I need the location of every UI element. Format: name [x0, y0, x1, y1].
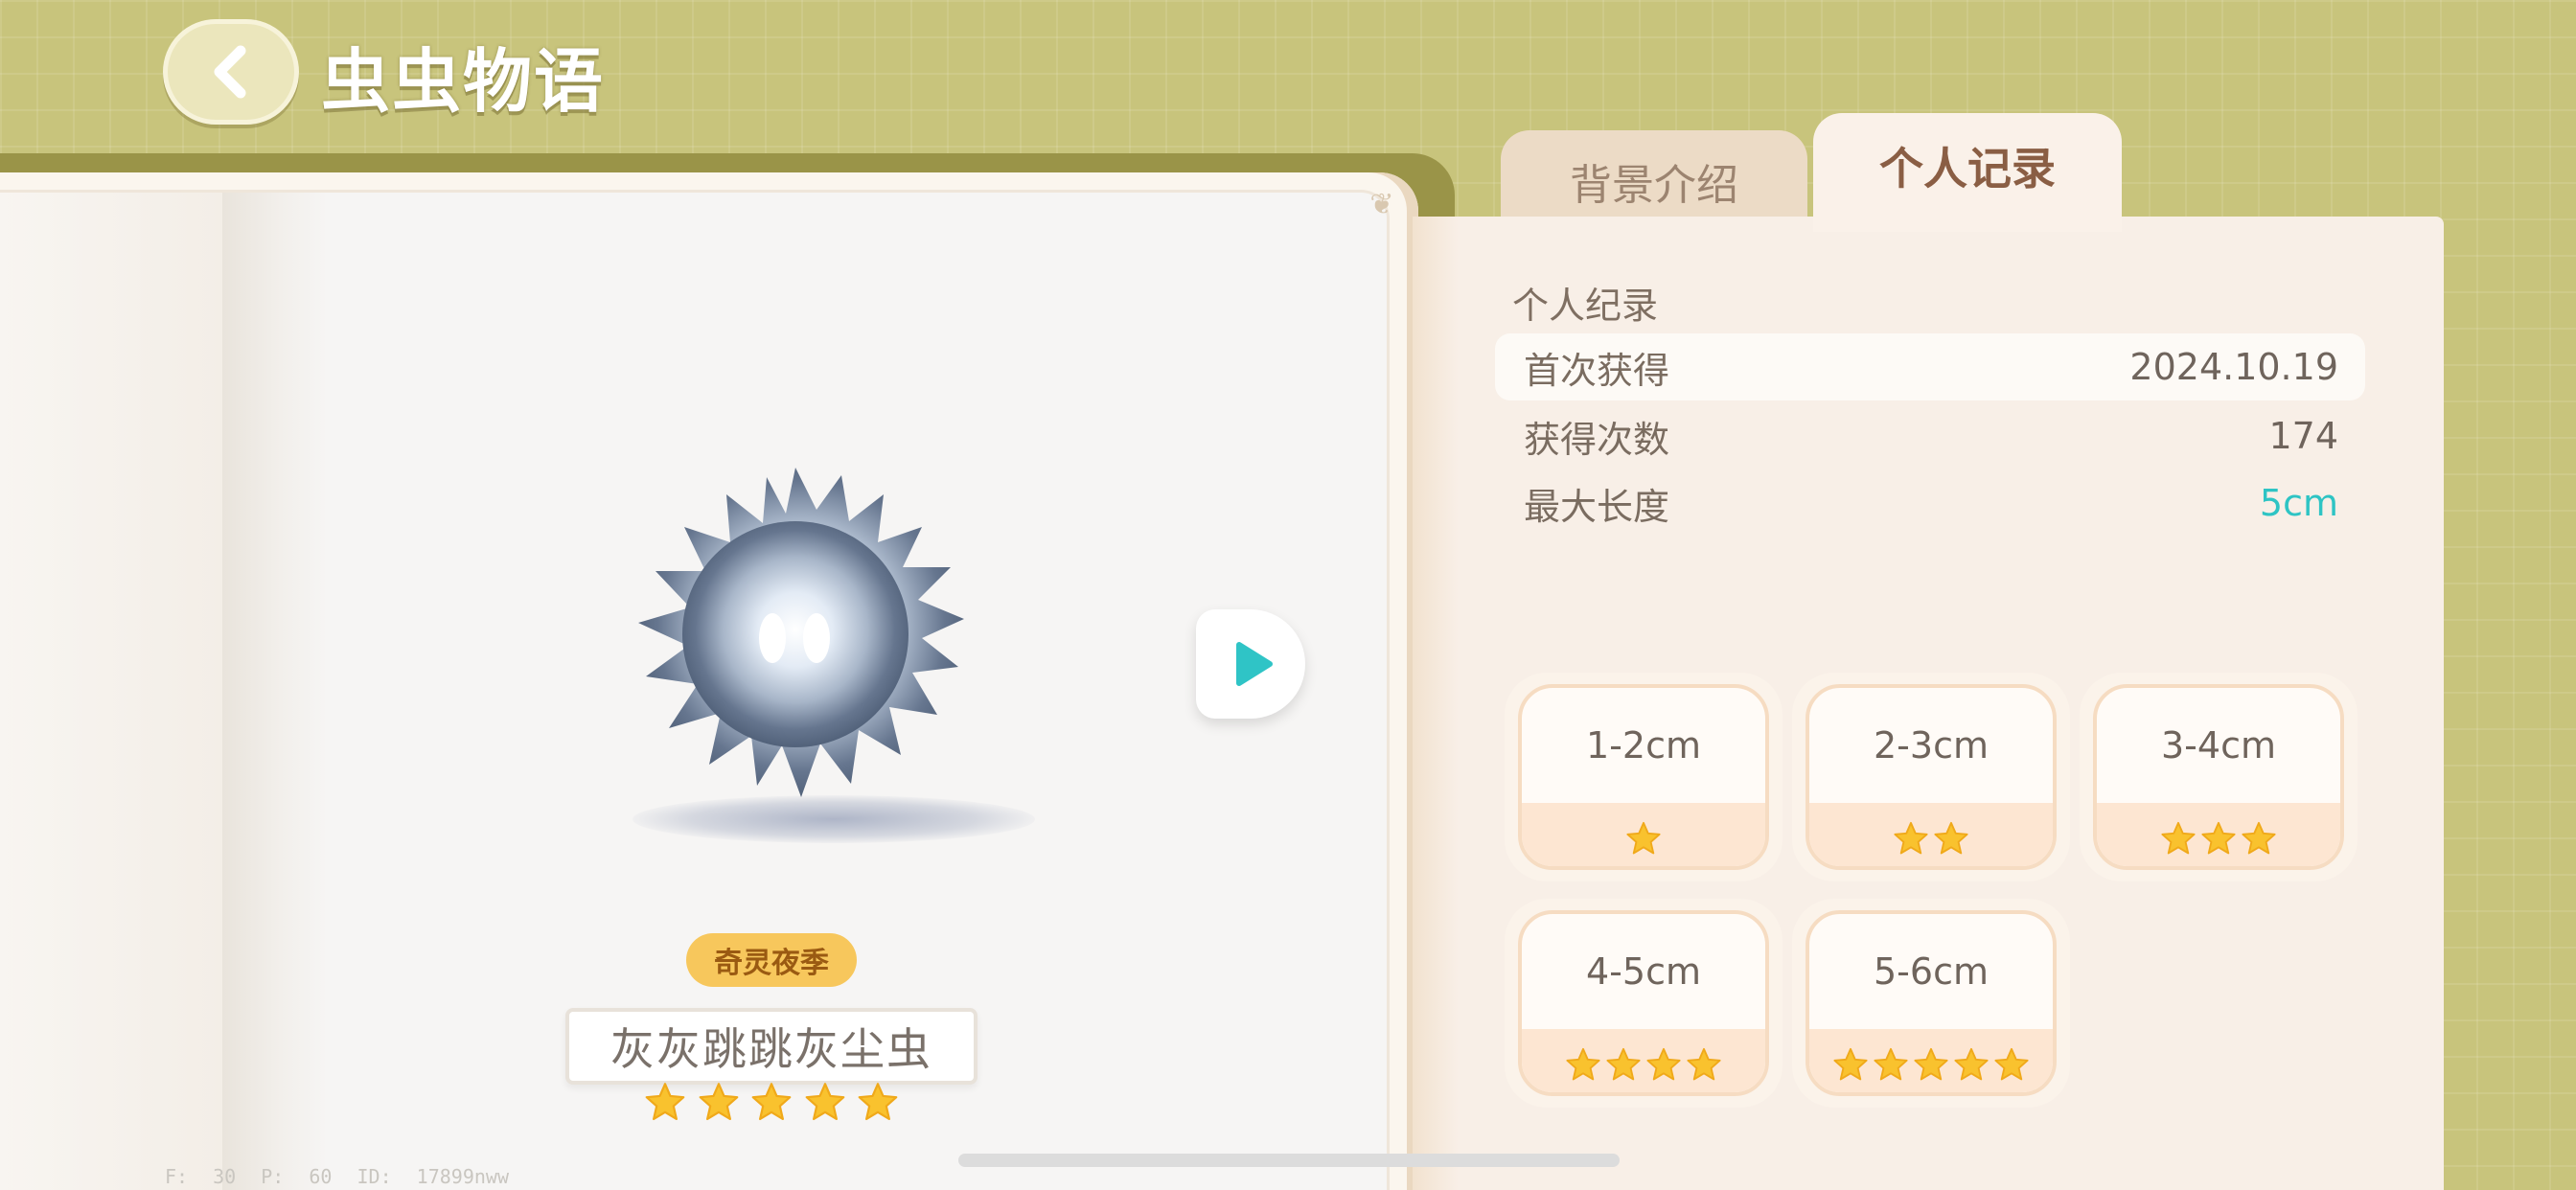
play-icon	[1236, 642, 1273, 686]
size-tier-card[interactable]: 4-5cm	[1505, 899, 1782, 1108]
size-tier-label: 1-2cm	[1586, 724, 1701, 767]
star-icon	[1565, 1046, 1601, 1083]
page-corner-ornament-icon: ❦	[1369, 188, 1394, 221]
size-tier-label: 2-3cm	[1874, 724, 1989, 767]
star-icon	[804, 1081, 846, 1129]
chevron-left-icon	[214, 45, 246, 99]
record-row-max-length: 最大长度 5cm	[1495, 469, 2365, 537]
tab-personal-record[interactable]: 个人记录	[1813, 113, 2122, 232]
star-icon	[750, 1081, 793, 1129]
star-icon	[1993, 1046, 2030, 1083]
star-icon	[698, 1081, 740, 1129]
star-icon	[1933, 820, 1969, 857]
record-row-first-obtained: 首次获得 2024.10.19	[1495, 333, 2365, 400]
star-icon	[2160, 820, 2196, 857]
star-icon	[1873, 1046, 1909, 1083]
star-icon	[1953, 1046, 1990, 1083]
home-indicator[interactable]	[958, 1154, 1620, 1167]
star-icon	[2200, 820, 2237, 857]
dust-bug-creature	[638, 468, 964, 797]
size-tier-card[interactable]: 1-2cm	[1505, 673, 1782, 881]
record-value: 2024.10.19	[2129, 346, 2338, 388]
season-badge: 奇灵夜季	[686, 933, 857, 987]
record-label: 首次获得	[1524, 349, 1670, 392]
debug-info-text: F: 30 P: 60 ID: 17899nww	[165, 1165, 509, 1188]
size-tier-inner: 2-3cm	[1806, 684, 2057, 870]
size-tier-stars	[1809, 1029, 2053, 1092]
star-icon	[1893, 820, 1929, 857]
size-tier-inner: 3-4cm	[2093, 684, 2344, 870]
star-icon	[1913, 1046, 1949, 1083]
record-value: 174	[2268, 415, 2338, 457]
star-icon	[857, 1081, 899, 1129]
size-tier-card[interactable]: 2-3cm	[1792, 673, 2070, 881]
size-tier-inner: 1-2cm	[1518, 684, 1769, 870]
size-tier-inner: 5-6cm	[1806, 910, 2057, 1096]
record-heading: 个人纪录	[1512, 285, 1659, 327]
creature-name-plate: 灰灰跳跳灰尘虫	[565, 1008, 978, 1085]
record-value: 5cm	[2259, 482, 2338, 524]
size-tier-stars	[2097, 803, 2340, 866]
record-panel-edge	[1413, 217, 1459, 1190]
star-icon	[1686, 1046, 1722, 1083]
star-icon	[1645, 1046, 1682, 1083]
size-tier-label: 5-6cm	[1874, 950, 1989, 993]
star-icon	[1832, 1046, 1869, 1083]
size-tier-inner: 4-5cm	[1518, 910, 1769, 1096]
record-label: 获得次数	[1524, 418, 1670, 461]
star-icon	[1625, 820, 1662, 857]
creature-rarity-stars	[644, 1081, 899, 1129]
page-title: 虫虫物语	[321, 41, 606, 122]
play-button[interactable]	[1196, 609, 1305, 719]
size-tier-label: 3-4cm	[2161, 724, 2276, 767]
star-icon	[644, 1081, 686, 1129]
size-tier-stars	[1522, 1029, 1765, 1092]
back-button[interactable]	[163, 19, 299, 125]
size-tier-card[interactable]: 3-4cm	[2080, 673, 2358, 881]
size-tier-label: 4-5cm	[1586, 950, 1701, 993]
size-tier-stars	[1522, 803, 1765, 866]
record-label: 最大长度	[1524, 485, 1670, 528]
record-row-obtain-count: 获得次数 174	[1495, 402, 2365, 469]
star-icon	[2241, 820, 2277, 857]
star-icon	[1605, 1046, 1642, 1083]
book-spine-fold	[222, 193, 328, 1190]
size-tier-stars	[1809, 803, 2053, 866]
book-left-page	[0, 193, 222, 1190]
size-tier-card[interactable]: 5-6cm	[1792, 899, 2070, 1108]
